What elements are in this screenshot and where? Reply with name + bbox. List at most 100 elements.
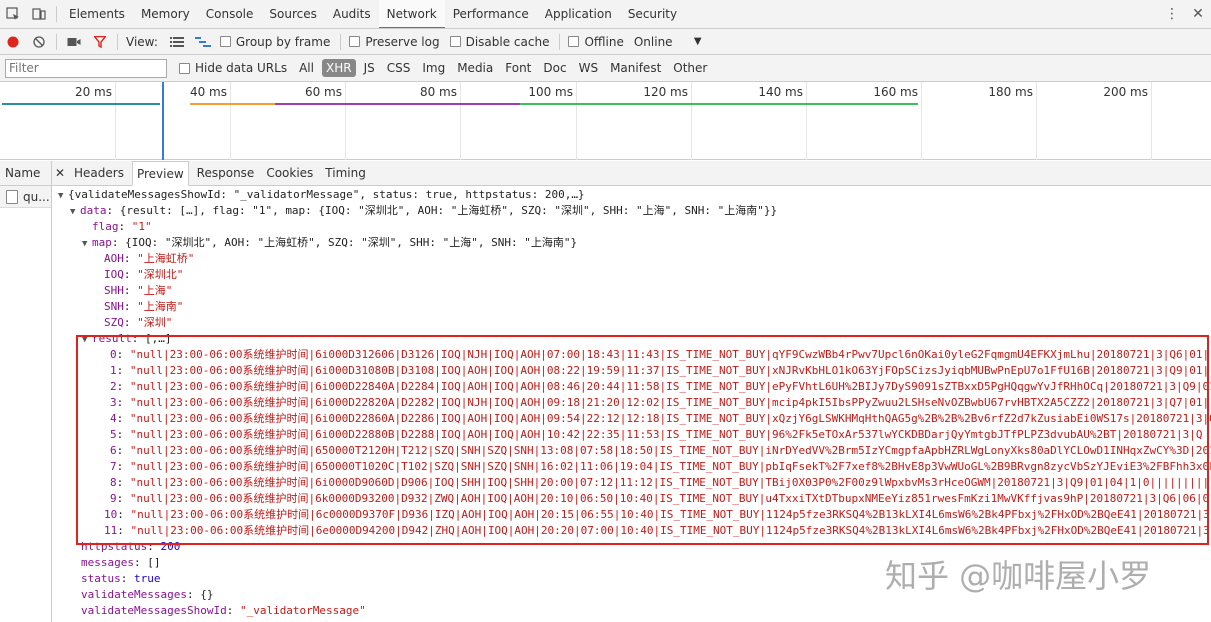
- preserve-log-checkbox[interactable]: Preserve log: [345, 35, 440, 49]
- map-entry-value: "深圳": [137, 316, 173, 329]
- result-item: 6: "null|23:00-06:00系统维护时间|650000T2120H|…: [52, 443, 1211, 459]
- expand-triangle-icon[interactable]: ▼: [82, 332, 92, 347]
- map-entry-key: SZQ: [104, 316, 124, 329]
- map-entry-key: SNH: [104, 300, 124, 313]
- request-type-icon: [6, 189, 18, 204]
- hide-data-urls-checkbox[interactable]: Hide data URLs: [175, 61, 287, 75]
- status-key: status: [81, 572, 121, 585]
- tab-cookies[interactable]: Cookies: [262, 161, 317, 186]
- result-item: 0: "null|23:00-06:00系统维护时间|6i000D312606|…: [110, 348, 1210, 361]
- capture-screenshots-icon[interactable]: [61, 29, 87, 54]
- type-filter-xhr[interactable]: XHR: [321, 59, 356, 77]
- map-entry: SZQ: "深圳": [104, 316, 173, 329]
- inspect-element-icon[interactable]: [0, 1, 26, 27]
- result-item: 1: "null|23:00-06:00系统维护时间|6i000D31080B|…: [110, 364, 1210, 377]
- result-item-value: "null|23:00-06:00系统维护时间|6k0000D93200|D93…: [129, 492, 1210, 505]
- messages-value: []: [147, 556, 161, 569]
- group-by-frame-label: Group by frame: [235, 34, 331, 49]
- more-options-icon[interactable]: ⋮: [1159, 1, 1185, 27]
- showid-key: validateMessagesShowId: [81, 604, 227, 617]
- expand-triangle-icon[interactable]: ▼: [70, 204, 80, 219]
- httpstatus-key: httpstatus: [81, 540, 148, 553]
- filter-input[interactable]: [5, 58, 167, 78]
- result-item-index: 6: [110, 444, 117, 457]
- divider: [559, 33, 561, 50]
- panel-tabs: Elements Memory Console Sources Audits Networ…: [61, 0, 685, 28]
- disable-cache-checkbox[interactable]: Disable cache: [446, 35, 549, 49]
- type-filter-js[interactable]: JS: [360, 59, 379, 77]
- result-item-index: 3: [110, 396, 117, 409]
- tab-memory[interactable]: Memory: [133, 0, 198, 28]
- tree-root[interactable]: ▼ {validateMessagesShowId: "_validatorMes…: [52, 187, 1211, 203]
- result-item-value: "null|23:00-06:00系统维护时间|6i000D31080B|D31…: [129, 364, 1210, 377]
- result-item: 3: "null|23:00-06:00系统维护时间|6i000D22820A|…: [110, 396, 1210, 409]
- tab-headers[interactable]: Headers: [70, 161, 128, 186]
- tree-node-data[interactable]: ▼ data: {result: […], flag: "1", map: {IO…: [52, 203, 1211, 219]
- network-overview[interactable]: 20 ms 40 ms 60 ms 80 ms 100 ms 120 ms 140 ms 16…: [0, 82, 1211, 160]
- tab-elements[interactable]: Elements: [61, 0, 133, 28]
- close-icon[interactable]: ✕: [1185, 1, 1211, 27]
- map-entry: IOQ: "深圳北": [104, 268, 184, 281]
- clear-icon[interactable]: [26, 29, 52, 54]
- result-item-index: 7: [110, 460, 117, 473]
- filter-icon[interactable]: [87, 29, 113, 54]
- tab-sources[interactable]: Sources: [261, 0, 324, 28]
- type-filter-img[interactable]: Img: [418, 59, 449, 77]
- map-entry: SHH: "上海": [104, 284, 173, 297]
- expand-triangle-icon[interactable]: ▼: [82, 236, 92, 251]
- tab-application[interactable]: Application: [537, 0, 620, 28]
- result-item-value: "null|23:00-06:00系统维护时间|6i000D22840A|D22…: [129, 380, 1211, 393]
- tree-node-map[interactable]: ▼ map: {IOQ: "深圳北", AOH: "上海虹桥", SZQ: "深圳…: [52, 235, 1211, 251]
- resource-type-filters: All XHR JS CSS Img Media Font Doc WS Manifest Othe…: [293, 59, 713, 77]
- close-detail-icon[interactable]: ✕: [52, 160, 68, 186]
- filter-bar: Hide data URLs AllXHRJSCSSImgMediaFontDo…: [0, 55, 1211, 82]
- watermark: 知乎 @咖啡屋小罗: [885, 557, 1152, 595]
- overview-gridline: [576, 82, 577, 160]
- offline-label: Offline: [584, 34, 624, 49]
- overview-gridline: [1036, 82, 1037, 160]
- tab-console[interactable]: Console: [198, 0, 262, 28]
- result-entries: 0: "null|23:00-06:00系统维护时间|6i000D312606|…: [52, 347, 1211, 539]
- throttling-select[interactable]: Online ▼: [634, 35, 702, 49]
- overview-tick-label: 40 ms: [189, 85, 227, 99]
- hide-data-urls-label: Hide data URLs: [195, 61, 288, 75]
- validatemessages-key: validateMessages: [81, 588, 187, 601]
- tab-audits[interactable]: Audits: [325, 0, 379, 28]
- type-filter-font[interactable]: Font: [501, 59, 535, 77]
- tab-network[interactable]: Network: [378, 0, 445, 28]
- name-column-header[interactable]: Name: [0, 161, 51, 186]
- tab-preview[interactable]: Preview: [131, 160, 189, 186]
- offline-checkbox[interactable]: Offline: [564, 34, 624, 49]
- device-toolbar-icon[interactable]: [26, 1, 52, 27]
- tab-security[interactable]: Security: [620, 0, 685, 28]
- large-rows-icon[interactable]: [164, 29, 190, 54]
- type-filter-all[interactable]: All: [295, 59, 318, 77]
- tree-node-result[interactable]: ▼ result: [,…]: [52, 331, 1211, 347]
- record-icon[interactable]: [0, 29, 26, 54]
- view-label: View:: [126, 34, 158, 49]
- tab-response[interactable]: Response: [193, 161, 259, 186]
- group-by-frame-checkbox[interactable]: Group by frame: [216, 35, 330, 49]
- overview-gridline: [691, 82, 692, 160]
- waterfall-overview-icon[interactable]: [190, 29, 216, 54]
- result-item-value: "null|23:00-06:00系统维护时间|650000T1020C|T10…: [129, 460, 1211, 473]
- overview-tick-label: 60 ms: [304, 85, 342, 99]
- type-filter-css[interactable]: CSS: [383, 59, 415, 77]
- overview-cursor[interactable]: [162, 82, 164, 160]
- expand-triangle-icon[interactable]: ▼: [58, 188, 68, 203]
- divider: [340, 33, 342, 50]
- type-filter-other[interactable]: Other: [669, 59, 711, 77]
- httpstatus-value: 200: [160, 540, 181, 553]
- request-row[interactable]: qu...: [0, 186, 51, 208]
- overview-tick-label: 180 ms: [988, 85, 1033, 99]
- result-item-index: 5: [110, 428, 117, 441]
- type-filter-manifest[interactable]: Manifest: [606, 59, 665, 77]
- tab-timing[interactable]: Timing: [321, 161, 370, 186]
- type-filter-ws[interactable]: WS: [575, 59, 602, 77]
- type-filter-media[interactable]: Media: [453, 59, 497, 77]
- result-item-index: 11: [104, 524, 118, 537]
- overview-tick-label: 100 ms: [528, 85, 573, 99]
- type-filter-doc[interactable]: Doc: [539, 59, 570, 77]
- overview-tick-label: 120 ms: [643, 85, 688, 99]
- tab-performance[interactable]: Performance: [445, 0, 537, 28]
